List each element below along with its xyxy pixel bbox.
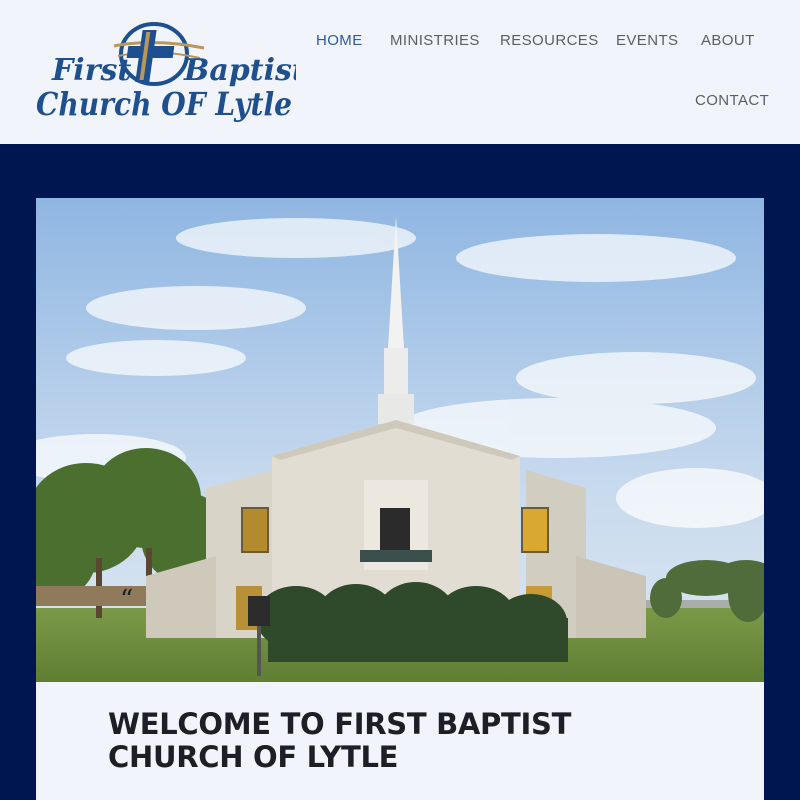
welcome-title: WELCOME TO FIRST BAPTIST CHURCH OF LYTLE	[108, 707, 572, 774]
content-card: WELCOME TO FIRST BAPTIST CHURCH OF LYTLE	[36, 198, 764, 800]
church-logo[interactable]: First Baptist Church OF Lytle	[34, 20, 296, 126]
quote-mark: “	[120, 585, 134, 615]
nav-home[interactable]: HOME	[316, 32, 363, 49]
nav-ministries[interactable]: MINISTRIES	[390, 32, 480, 49]
nav-about[interactable]: ABOUT	[701, 32, 755, 49]
nav-contact[interactable]: CONTACT	[695, 92, 769, 109]
nav-resources[interactable]: RESOURCES	[500, 32, 599, 49]
nav-events[interactable]: EVENTS	[616, 32, 678, 49]
logo-first: First	[51, 53, 131, 88]
logo-church-of-lytle: Church OF Lytle	[36, 85, 292, 123]
site-header: First Baptist Church OF Lytle HOME MINIS…	[0, 0, 800, 144]
logo-baptist: Baptist	[183, 53, 296, 88]
church-photo	[36, 198, 764, 682]
